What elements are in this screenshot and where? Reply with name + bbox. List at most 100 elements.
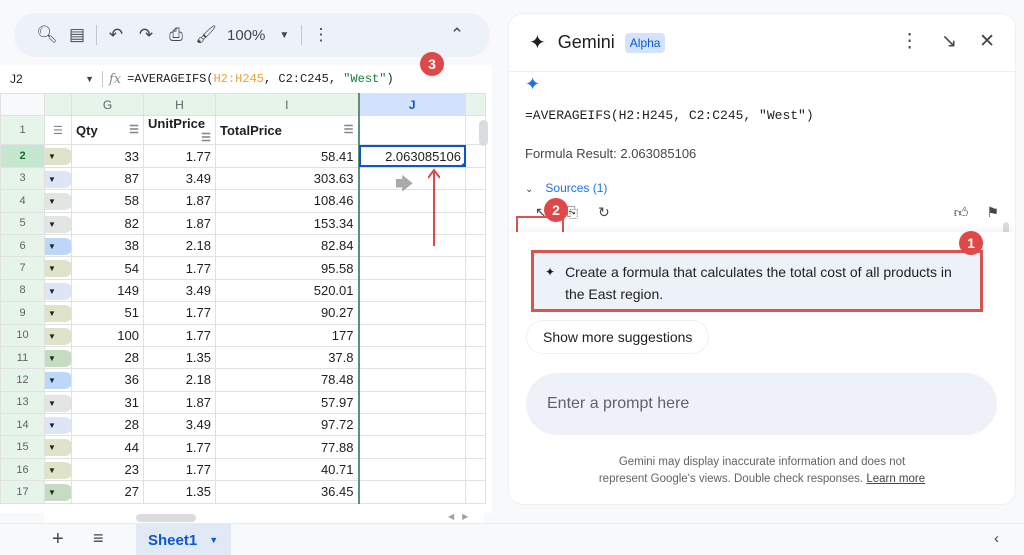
cell-qty[interactable]: 23 — [71, 457, 144, 482]
cell-unitprice[interactable]: 1.77 — [143, 323, 216, 347]
cell-totalprice[interactable]: 97.72 — [215, 413, 360, 437]
cell-qty[interactable]: 38 — [71, 233, 144, 258]
filter-icon[interactable]: ☰ — [49, 124, 67, 137]
status-dropdown-cell[interactable]: ▼ — [44, 368, 72, 392]
cell-unitprice[interactable]: 2.18 — [143, 368, 216, 392]
cell-unitprice[interactable]: 2.18 — [143, 233, 216, 258]
cell-j[interactable] — [358, 435, 466, 459]
row-header[interactable]: 16 — [0, 457, 45, 482]
cell-unitprice[interactable]: 1.35 — [143, 345, 216, 370]
filter-icon[interactable]: ☰ — [201, 131, 211, 144]
all-sheets-button[interactable]: ≡ — [93, 528, 104, 549]
status-dropdown-cell[interactable]: ▼ — [44, 211, 72, 235]
filter-icon[interactable]: ☰ — [129, 123, 139, 136]
cell-k[interactable] — [465, 457, 486, 482]
cell-k[interactable] — [465, 211, 486, 235]
cell-qty[interactable]: 28 — [71, 345, 144, 370]
header-unitprice[interactable]: UnitPrice ☰ — [143, 115, 216, 146]
row-header[interactable]: 1 — [0, 115, 45, 146]
cell-totalprice[interactable]: 303.63 — [215, 166, 360, 191]
dropdown-chip-icon[interactable]: ▼ — [45, 193, 71, 211]
cell-j[interactable] — [358, 278, 466, 303]
menus-icon[interactable]: ▤ — [62, 20, 92, 50]
status-dropdown-cell[interactable]: ▼ — [44, 301, 72, 325]
cell-k[interactable] — [465, 189, 486, 213]
cell-totalprice[interactable]: 95.58 — [215, 256, 360, 280]
sources-toggle[interactable]: ⌄ Sources (1) — [525, 181, 999, 195]
cell-unitprice[interactable]: 1.77 — [143, 457, 216, 482]
cell-unitprice[interactable]: 3.49 — [143, 278, 216, 303]
cell-unitprice[interactable]: 1.87 — [143, 211, 216, 235]
dropdown-chip-icon[interactable]: ▼ — [45, 372, 71, 390]
row-header[interactable]: 9 — [0, 301, 45, 325]
regenerate-icon[interactable]: ↻ — [598, 204, 610, 224]
cell-j[interactable] — [358, 211, 466, 235]
cell-qty[interactable]: 100 — [71, 323, 144, 347]
minimize-icon[interactable]: ↘ — [941, 30, 957, 53]
redo-icon[interactable]: ↷ — [131, 20, 161, 50]
dropdown-chip-icon[interactable]: ▼ — [45, 237, 71, 255]
column-header-g[interactable]: G — [71, 93, 144, 117]
chevron-left-icon[interactable]: ‹ — [994, 530, 999, 547]
cell-qty[interactable]: 51 — [71, 301, 144, 325]
more-vert-icon[interactable]: ⋮ — [900, 30, 919, 53]
cell-totalprice[interactable]: 36.45 — [215, 480, 360, 504]
cell-j[interactable] — [358, 368, 466, 392]
dropdown-chip-icon[interactable]: ▼ — [45, 349, 71, 367]
dropdown-chip-icon[interactable]: ▼ — [45, 305, 71, 323]
zoom-select[interactable]: 100% ▼ — [227, 27, 297, 44]
caret-down-icon[interactable]: ▼ — [209, 535, 218, 545]
status-dropdown-cell[interactable]: ▼ — [44, 345, 72, 370]
status-dropdown-cell[interactable]: ▼ — [44, 435, 72, 459]
sheet-tab-sheet1[interactable]: Sheet1 ▼ — [136, 524, 231, 555]
row-header[interactable]: 15 — [0, 435, 45, 459]
row-header[interactable]: 14 — [0, 413, 45, 437]
learn-more-link[interactable]: Learn more — [866, 473, 925, 485]
show-more-suggestions-button[interactable]: Show more suggestions — [526, 320, 710, 354]
cell-totalprice[interactable]: 520.01 — [215, 278, 360, 303]
cell-unitprice[interactable]: 3.49 — [143, 413, 216, 437]
status-dropdown-cell[interactable]: ▼ — [44, 413, 72, 437]
cell-qty[interactable]: 27 — [71, 480, 144, 504]
horizontal-scrollbar[interactable] — [136, 514, 196, 522]
cell-qty[interactable]: 31 — [71, 390, 144, 415]
cell-qty[interactable]: 82 — [71, 211, 144, 235]
cell-unitprice[interactable]: 1.87 — [143, 189, 216, 213]
fill-handle[interactable] — [461, 162, 465, 167]
column-header-k[interactable] — [465, 93, 486, 117]
dropdown-chip-icon[interactable]: ▼ — [45, 484, 71, 502]
cell-totalprice[interactable]: 37.8 — [215, 345, 360, 370]
cell-j[interactable] — [358, 345, 466, 370]
column-header-f[interactable] — [44, 93, 72, 117]
cell-j1[interactable] — [358, 115, 466, 146]
row-header[interactable]: 3 — [0, 166, 45, 191]
select-all-corner[interactable] — [0, 93, 45, 117]
header-qty[interactable]: Qty ☰ — [71, 115, 144, 146]
cell-k[interactable] — [465, 323, 486, 347]
cell-j[interactable] — [358, 480, 466, 504]
add-sheet-button[interactable]: + — [52, 528, 64, 551]
cell-k[interactable] — [465, 413, 486, 437]
cell-k[interactable] — [465, 301, 486, 325]
cell-k[interactable] — [465, 256, 486, 280]
status-dropdown-cell[interactable]: ▼ — [44, 189, 72, 213]
cell-k[interactable] — [465, 144, 486, 168]
thumbs-up-icon[interactable]: 👍︎ — [954, 204, 969, 221]
cell-unitprice[interactable]: 1.77 — [143, 435, 216, 459]
status-dropdown-cell[interactable]: ▼ — [44, 457, 72, 482]
cell-qty[interactable]: 58 — [71, 189, 144, 213]
dropdown-chip-icon[interactable]: ▼ — [45, 215, 71, 233]
cell-totalprice[interactable]: 78.48 — [215, 368, 360, 392]
cell-qty[interactable]: 54 — [71, 256, 144, 280]
cell-j[interactable] — [358, 233, 466, 258]
cell-totalprice[interactable]: 108.46 — [215, 189, 360, 213]
row-header[interactable]: 2 — [0, 144, 45, 168]
paint-format-icon[interactable]: 🖌︎ — [191, 20, 221, 50]
dropdown-chip-icon[interactable]: ▼ — [45, 260, 71, 278]
cell-qty[interactable]: 149 — [71, 278, 144, 303]
cell-qty[interactable]: 44 — [71, 435, 144, 459]
cell-totalprice[interactable]: 82.84 — [215, 233, 360, 258]
cell-qty[interactable]: 87 — [71, 166, 144, 191]
cell-j[interactable] — [358, 457, 466, 482]
cell-unitprice[interactable]: 1.87 — [143, 390, 216, 415]
